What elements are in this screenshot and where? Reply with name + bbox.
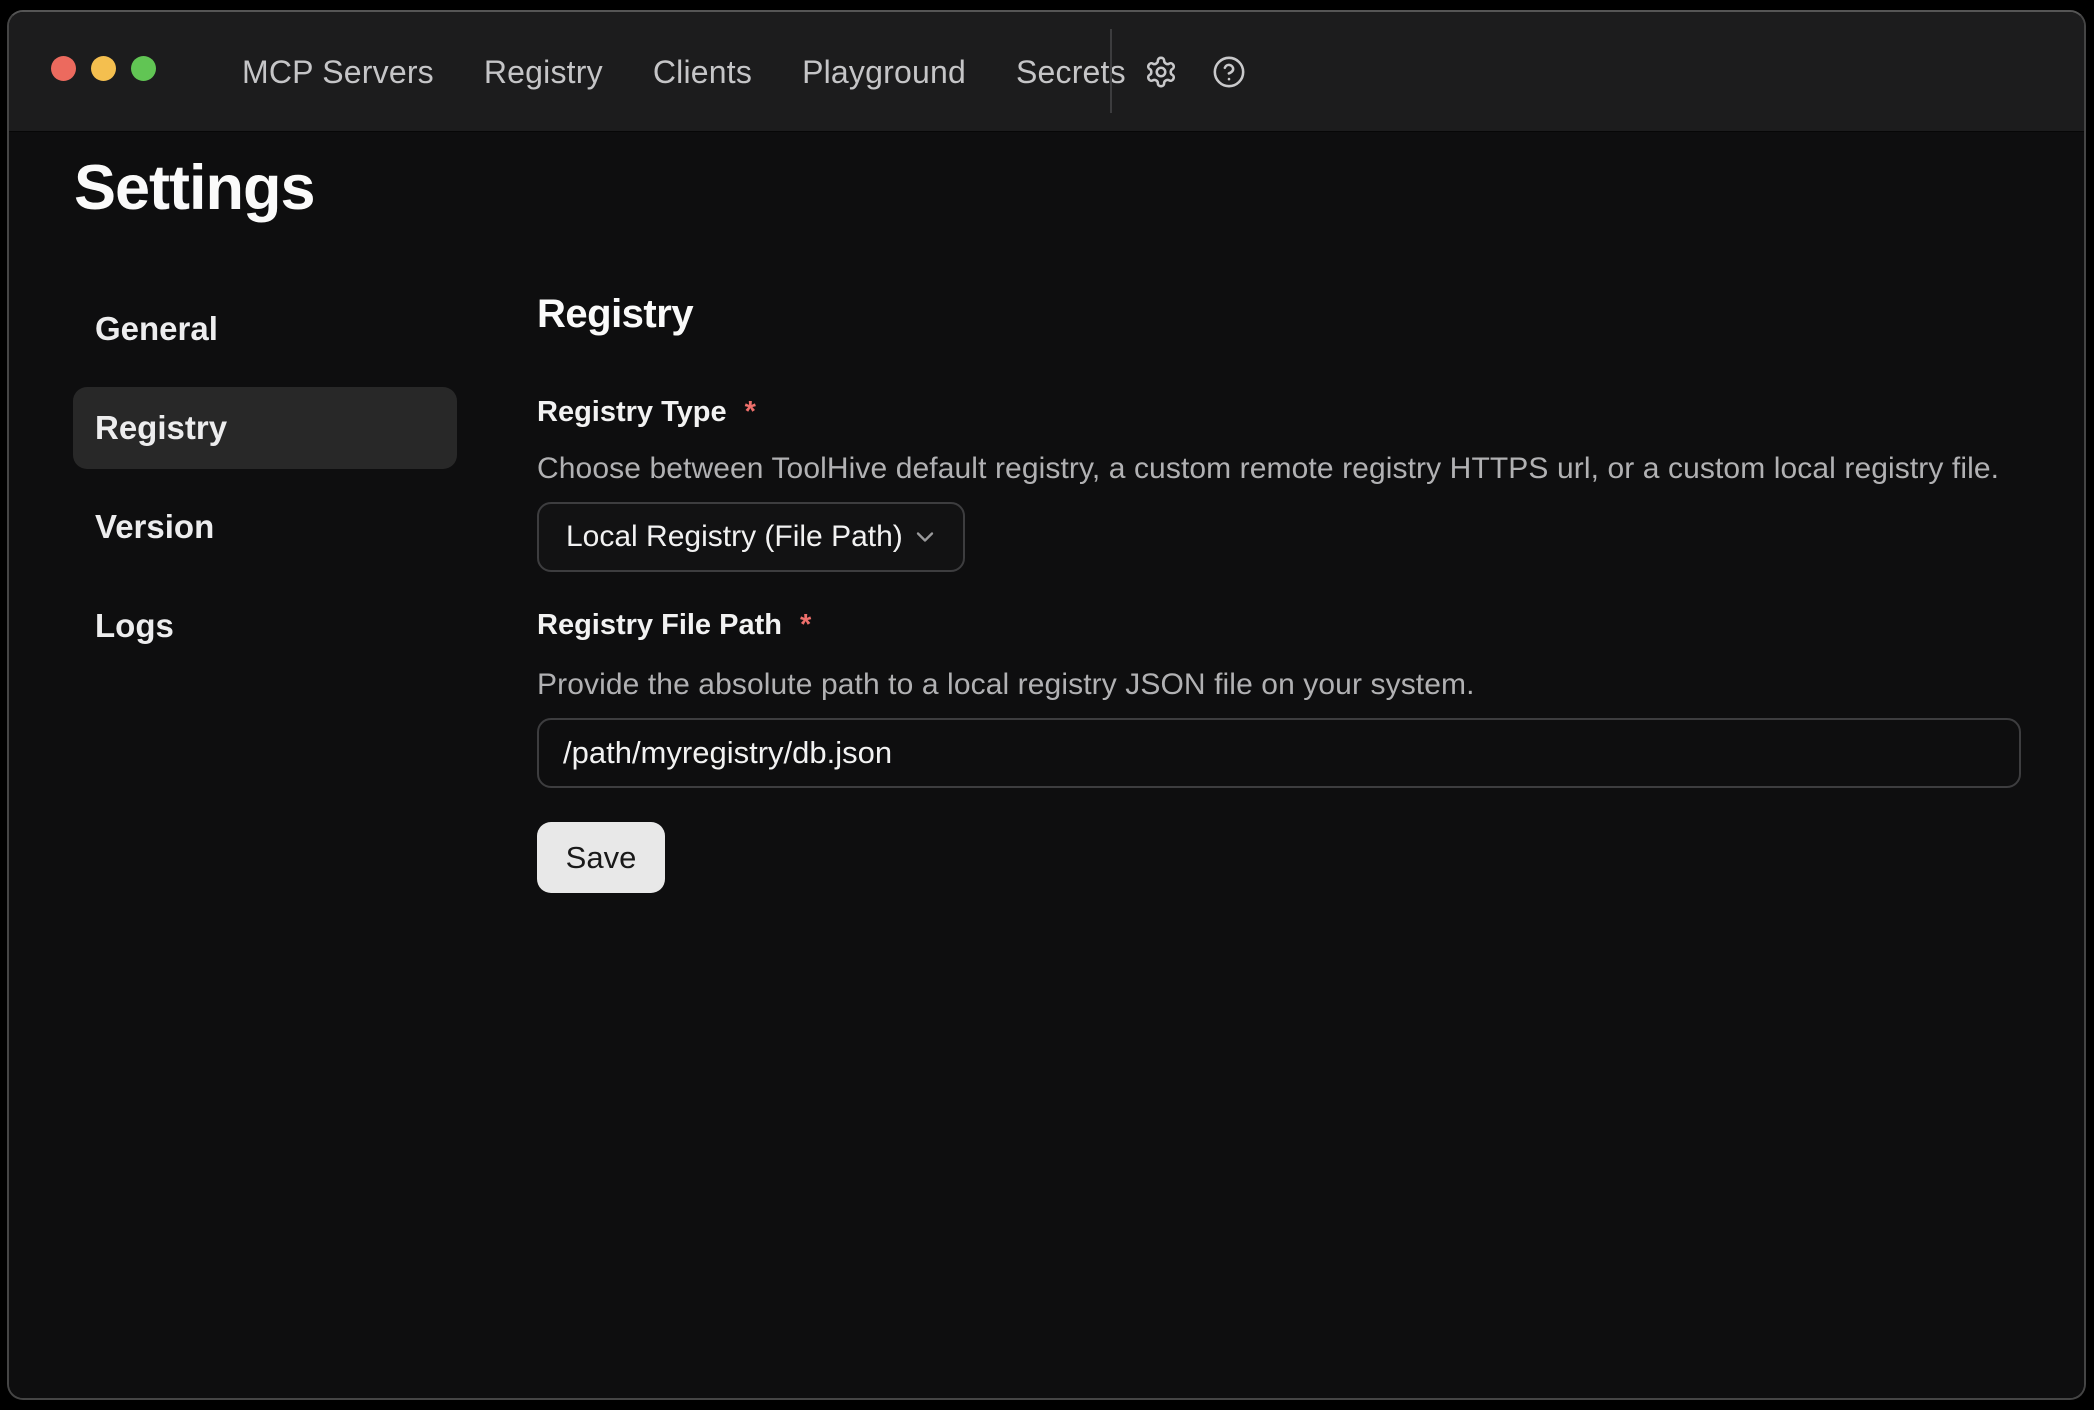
- save-button[interactable]: Save: [537, 822, 665, 893]
- nav-item-playground[interactable]: Playground: [802, 54, 966, 91]
- registry-type-selected-value: Local Registry (File Path): [566, 520, 903, 554]
- registry-type-label-text: Registry Type: [537, 396, 727, 428]
- file-path-description: Provide the absolute path to a local reg…: [537, 668, 1475, 702]
- titlebar-divider: [1110, 29, 1112, 113]
- section-heading: Registry: [537, 292, 693, 337]
- settings-gear-icon[interactable]: [1131, 12, 1191, 132]
- file-path-label-text: Registry File Path: [537, 609, 782, 641]
- nav-item-clients[interactable]: Clients: [653, 54, 752, 91]
- titlebar: MCP Servers Registry Clients Playground …: [9, 12, 2084, 132]
- traffic-lights: [51, 56, 156, 81]
- nav-item-mcp-servers[interactable]: MCP Servers: [242, 54, 434, 91]
- page-title: Settings: [74, 152, 315, 224]
- file-path-input[interactable]: [537, 718, 2021, 788]
- chevron-down-icon: [911, 523, 939, 551]
- settings-page: Settings General Registry Version Logs R…: [9, 132, 2084, 1399]
- nav-item-registry[interactable]: Registry: [484, 54, 603, 91]
- close-window-button[interactable]: [51, 56, 76, 81]
- help-icon[interactable]: [1199, 12, 1259, 132]
- sidebar-item-registry[interactable]: Registry: [73, 387, 457, 469]
- minimize-window-button[interactable]: [91, 56, 116, 81]
- required-asterisk: *: [745, 396, 756, 428]
- settings-sidebar: General Registry Version Logs: [73, 288, 457, 667]
- top-nav: MCP Servers Registry Clients Playground …: [242, 12, 1126, 132]
- sidebar-item-version[interactable]: Version: [73, 486, 457, 568]
- registry-type-select[interactable]: Local Registry (File Path): [537, 502, 965, 572]
- app-window: MCP Servers Registry Clients Playground …: [7, 10, 2086, 1400]
- registry-settings-panel: Registry Registry Type * Choose between T…: [537, 132, 2021, 1399]
- sidebar-item-general[interactable]: General: [73, 288, 457, 370]
- registry-type-label: Registry Type *: [537, 396, 756, 429]
- required-asterisk: *: [800, 609, 811, 641]
- zoom-window-button[interactable]: [131, 56, 156, 81]
- sidebar-item-logs[interactable]: Logs: [73, 585, 457, 667]
- registry-type-description: Choose between ToolHive default registry…: [537, 452, 1999, 486]
- file-path-label: Registry File Path *: [537, 609, 811, 642]
